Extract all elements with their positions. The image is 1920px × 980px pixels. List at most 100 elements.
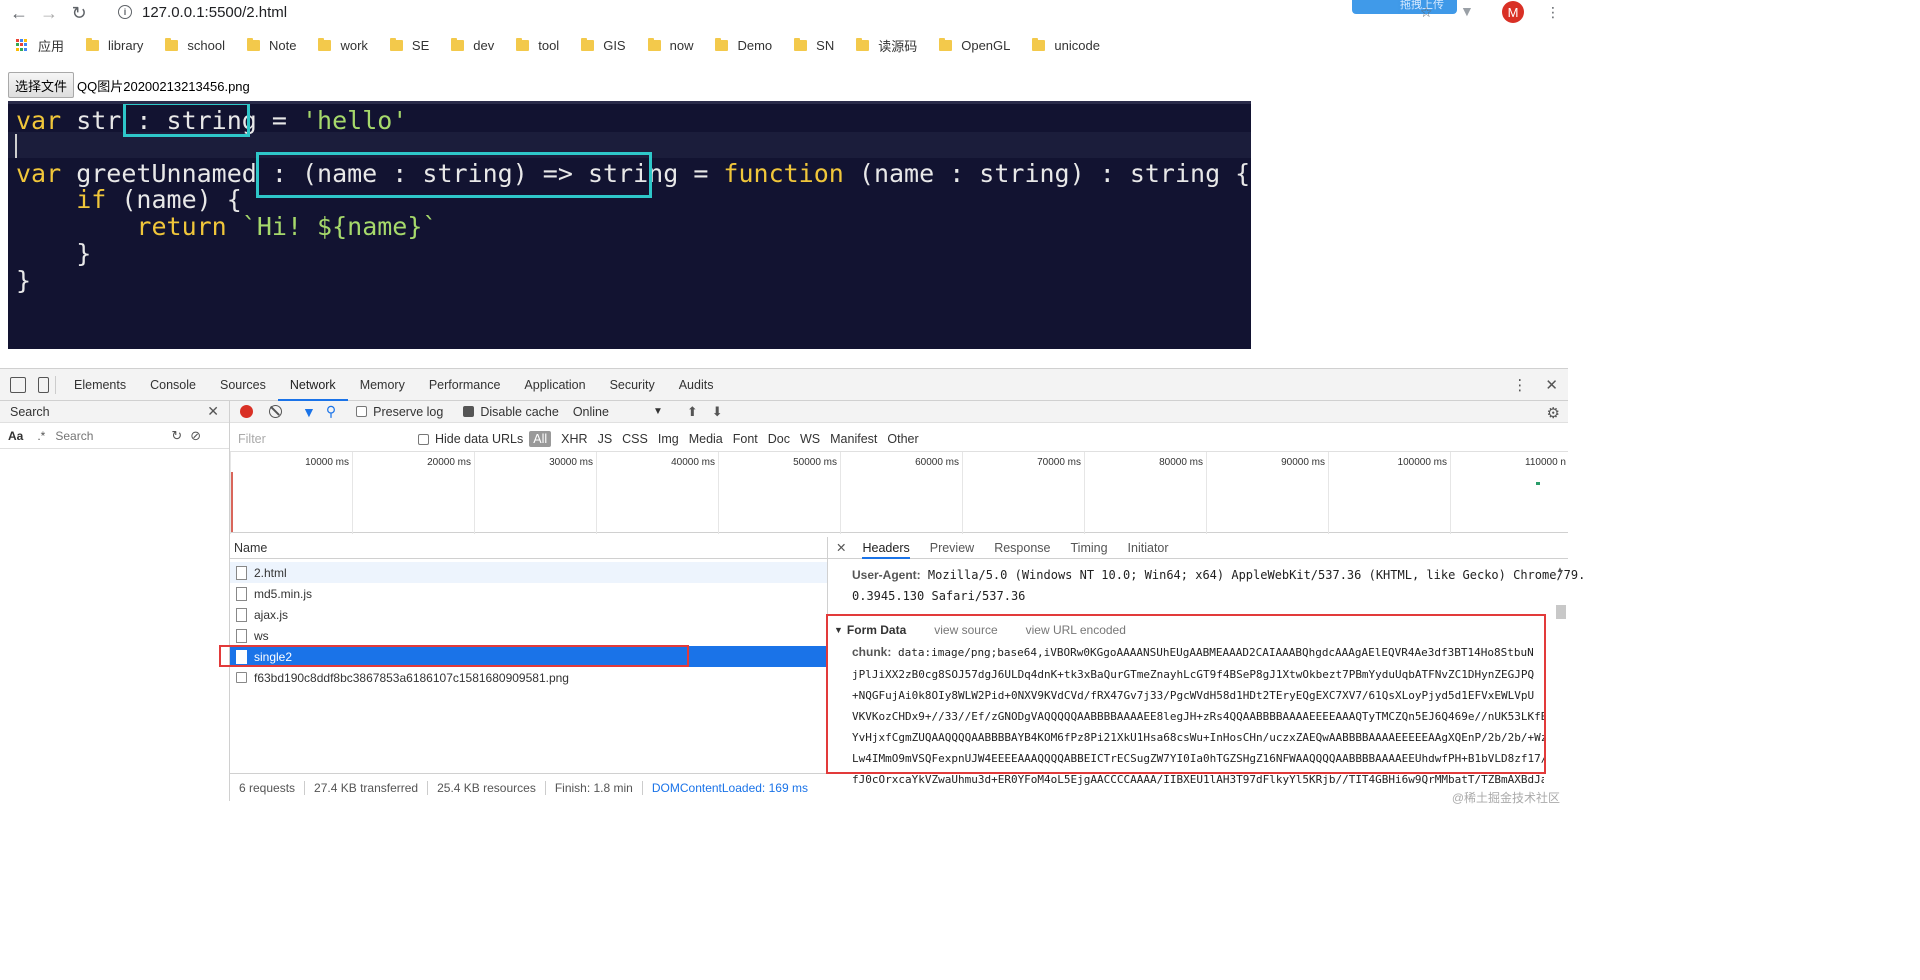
string-literal: `Hi! ${name}` (226, 212, 438, 241)
tab-security[interactable]: Security (598, 369, 667, 401)
tab-response[interactable]: Response (994, 537, 1050, 559)
bookmark-folder[interactable]: dev (451, 37, 494, 53)
bookmark-folder[interactable]: unicode (1032, 37, 1100, 53)
filter-type-font[interactable]: Font (733, 432, 758, 446)
request-row[interactable]: ajax.js (230, 604, 827, 625)
close-icon[interactable]: ✕ (1545, 376, 1558, 394)
filter-type-manifest[interactable]: Manifest (830, 432, 877, 446)
folder-icon (516, 37, 530, 51)
throttling-select[interactable]: Online (573, 405, 609, 419)
scrollbar-thumb[interactable] (1556, 605, 1566, 619)
filter-type-doc[interactable]: Doc (768, 432, 790, 446)
bookmark-star-icon[interactable]: ☆ (1420, 4, 1433, 21)
clear-icon[interactable] (269, 405, 282, 418)
more-options-icon[interactable]: ⋮ (1512, 376, 1527, 394)
device-toolbar-icon[interactable] (38, 376, 49, 393)
filter-type-css[interactable]: CSS (622, 432, 648, 446)
inspect-element-icon[interactable] (10, 376, 26, 393)
tab-preview[interactable]: Preview (930, 537, 974, 559)
choose-file-button[interactable]: 选择文件 (8, 72, 75, 98)
regex-toggle[interactable]: .* (37, 429, 45, 443)
search-input[interactable] (55, 428, 164, 443)
avatar[interactable]: M (1502, 1, 1524, 23)
chevron-down-icon[interactable]: ▼ (653, 406, 663, 417)
forward-arrow-icon[interactable]: → (38, 2, 60, 24)
request-row[interactable]: 2.html (230, 562, 827, 583)
tab-performance[interactable]: Performance (417, 369, 513, 401)
scrollbar[interactable]: ▲ (1556, 565, 1566, 769)
filter-type-xhr[interactable]: XHR (561, 432, 587, 446)
back-arrow-icon[interactable]: ← (8, 2, 30, 24)
tab-initiator[interactable]: Initiator (1128, 537, 1169, 559)
export-har-icon[interactable]: ⬇ (712, 404, 723, 420)
upload-extension-button[interactable]: 拖拽上传 (1352, 0, 1457, 14)
bookmark-folder[interactable]: 读源码 (856, 36, 917, 55)
folder-icon (247, 37, 260, 51)
import-har-icon[interactable]: ⬆ (687, 404, 698, 420)
bookmark-folder[interactable]: Demo (715, 37, 772, 53)
reload-icon[interactable]: ↻ (68, 2, 90, 24)
preserve-log-checkbox[interactable] (356, 406, 368, 417)
code-text: (name : string) : string { (843, 159, 1251, 188)
filter-icon[interactable]: ▼ (302, 404, 316, 420)
bookmark-apps[interactable]: 应用 (16, 36, 64, 55)
filter-input[interactable]: Filter (236, 430, 404, 448)
match-case-toggle[interactable]: Aa (8, 429, 23, 443)
filter-type-other[interactable]: Other (887, 432, 918, 446)
filter-type-ws[interactable]: WS (800, 432, 820, 446)
menu-icon[interactable]: ⋮ (1546, 4, 1560, 21)
transferred-size: 27.4 KB transferred (305, 780, 429, 795)
apps-grid-icon (16, 38, 29, 52)
tab-timing[interactable]: Timing (1071, 537, 1108, 559)
tab-application[interactable]: Application (512, 369, 597, 401)
devtools-tabbar: Elements Console Sources Network Memory … (0, 369, 1568, 401)
disable-cache-checkbox[interactable] (463, 406, 475, 417)
refresh-icon[interactable]: ↻ (171, 428, 182, 444)
header-key: User-Agent: (852, 568, 921, 582)
gear-icon[interactable]: ⚙ (1547, 404, 1560, 422)
filter-type-all[interactable]: All (529, 431, 552, 447)
code-line-5: } (16, 239, 92, 268)
highlight-box (123, 104, 250, 137)
bookmark-folder[interactable]: work (318, 37, 368, 53)
filter-type-js[interactable]: JS (598, 432, 613, 446)
url-text: 127.0.0.1:5500/2.html (142, 3, 288, 21)
request-row[interactable]: ws (230, 625, 827, 646)
tab-console[interactable]: Console (138, 369, 208, 401)
tab-elements[interactable]: Elements (62, 369, 138, 401)
bookmark-folder[interactable]: now (647, 37, 693, 53)
scroll-up-icon[interactable]: ▲ (1556, 565, 1564, 574)
bookmark-folder[interactable]: school (165, 37, 225, 53)
tick-label: 20000 ms (427, 457, 471, 468)
tab-headers[interactable]: Headers (862, 537, 910, 559)
record-icon[interactable] (240, 405, 253, 418)
filter-type-media[interactable]: Media (689, 432, 723, 446)
bookmark-folder[interactable]: Note (247, 37, 296, 53)
tab-sources[interactable]: Sources (208, 369, 278, 401)
extension-dropdown-icon[interactable]: ▼ (1460, 3, 1474, 19)
bookmark-folder[interactable]: SE (389, 37, 429, 53)
close-icon[interactable]: ✕ (207, 403, 219, 420)
bookmark-folder[interactable]: SN (794, 37, 834, 53)
address-bar[interactable]: i 127.0.0.1:5500/2.html (118, 2, 287, 22)
tab-memory[interactable]: Memory (348, 369, 417, 401)
name-column-header[interactable]: Name (230, 537, 827, 559)
search-icon[interactable]: ⚲ (326, 403, 336, 420)
code-text: = (678, 159, 724, 188)
tab-audits[interactable]: Audits (667, 369, 726, 401)
preserve-log-label: Preserve log (373, 404, 444, 419)
tab-network[interactable]: Network (277, 369, 348, 401)
bookmark-folder[interactable]: library (86, 37, 143, 53)
close-icon[interactable]: ✕ (836, 540, 846, 555)
clear-search-icon[interactable]: ⊘ (190, 428, 201, 444)
tick-label: 30000 ms (549, 457, 593, 468)
request-row[interactable]: f63bd190c8ddf8bc3867853a6186107c15816809… (230, 667, 827, 688)
info-icon[interactable]: i (118, 5, 132, 19)
filter-type-img[interactable]: Img (658, 432, 679, 446)
bookmark-folder[interactable]: GIS (581, 37, 626, 53)
hide-data-urls-checkbox[interactable] (418, 433, 429, 445)
request-row[interactable]: md5.min.js (230, 583, 827, 604)
network-timeline[interactable]: 10000 ms 20000 ms 30000 ms 40000 ms 5000… (230, 451, 1568, 534)
bookmark-folder[interactable]: tool (516, 37, 559, 53)
bookmark-folder[interactable]: OpenGL (939, 37, 1010, 53)
